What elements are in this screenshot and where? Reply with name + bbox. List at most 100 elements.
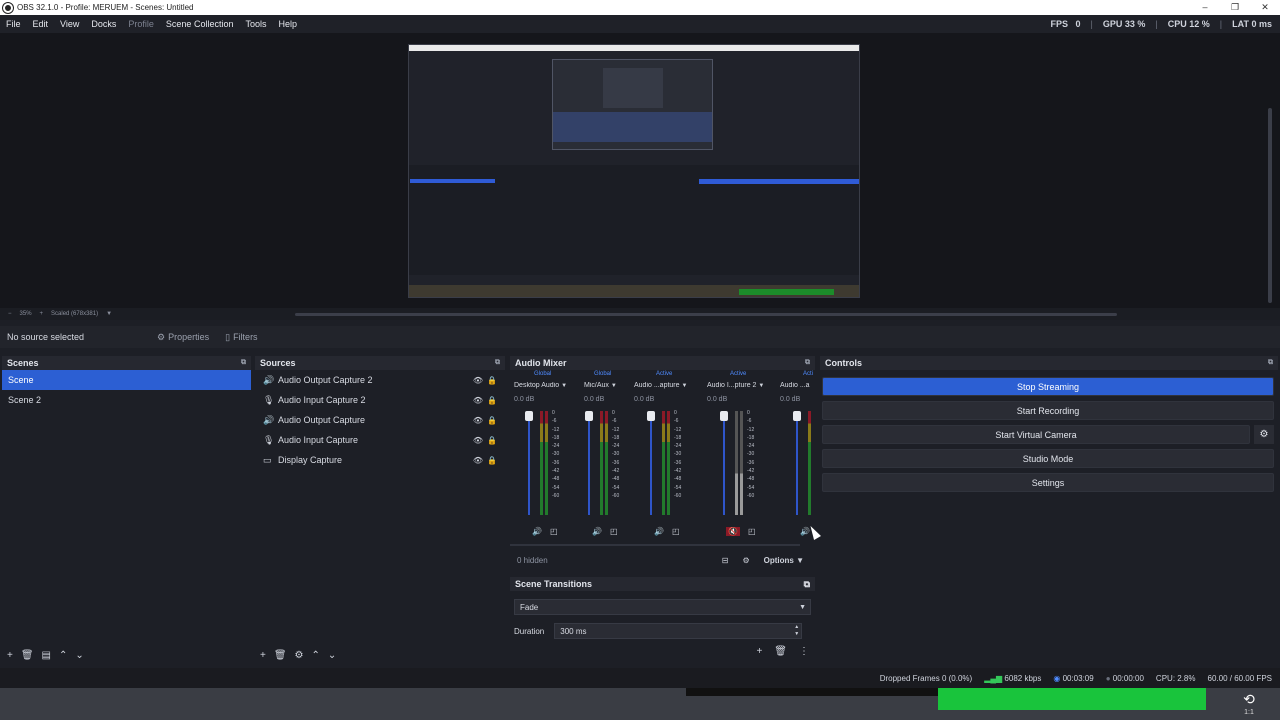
scenes-header: Scenes ⧉ <box>2 356 251 370</box>
settings-icon[interactable]: ◰ <box>550 527 558 536</box>
chevron-down-icon[interactable]: ▼ <box>758 383 764 389</box>
lock-icon[interactable]: 🔒 <box>487 456 497 465</box>
scene-item-scene-2[interactable]: Scene 2 <box>2 390 251 410</box>
move-up-icon[interactable]: ⌃ <box>59 650 67 661</box>
visibility-eye-icon[interactable]: 👁 <box>473 456 483 465</box>
move-down-icon[interactable]: ⌄ <box>75 650 83 661</box>
scene-filters-icon[interactable]: ▤ <box>42 650 51 661</box>
clock-icon[interactable]: ⟲ 1:1 <box>1234 688 1264 718</box>
taskbar-app-preview[interactable] <box>938 688 1206 710</box>
more-options-icon[interactable]: ⋮ <box>799 646 809 657</box>
volume-icon[interactable]: 🔊 <box>532 527 542 536</box>
transition-select[interactable]: Fade ▼ <box>514 599 811 615</box>
undock-icon[interactable]: ⧉ <box>804 579 810 590</box>
chevron-down-icon[interactable]: ▼ <box>561 383 567 389</box>
settings-button[interactable]: Settings <box>822 473 1274 492</box>
scenes-dock: Scenes ⧉ Scene Scene 2 + 🗑 ▤ ⌃ ⌄ <box>2 356 251 666</box>
close-button[interactable]: ✕ <box>1250 0 1280 15</box>
visibility-eye-icon[interactable]: 👁 <box>473 416 483 425</box>
lock-icon[interactable]: 🔒 <box>487 416 497 425</box>
chevron-down-icon[interactable]: ▼ <box>611 383 617 389</box>
menu-tools[interactable]: Tools <box>239 19 272 29</box>
duration-input[interactable]: 300 ms ▲ ▼ <box>554 623 803 639</box>
remove-source-icon[interactable]: 🗑 <box>274 650 287 661</box>
advanced-audio-icon[interactable]: ⚙ <box>742 556 749 565</box>
start-virtual-camera-button[interactable]: Start Virtual Camera <box>822 425 1250 444</box>
visibility-eye-icon[interactable]: 👁 <box>473 436 483 445</box>
add-transition-icon[interactable]: + <box>756 646 762 657</box>
menu-edit[interactable]: Edit <box>27 19 55 29</box>
add-scene-icon[interactable]: + <box>7 650 13 661</box>
program-preview[interactable] <box>408 44 860 298</box>
menu-file[interactable]: File <box>0 19 27 29</box>
filters-button[interactable]: ▯ Filters <box>219 332 263 343</box>
chevron-down-icon[interactable]: ▼ <box>681 383 687 389</box>
maximize-button[interactable]: ❐ <box>1220 0 1250 15</box>
lock-icon[interactable]: 🔒 <box>487 396 497 405</box>
source-toolbar: No source selected ⚙ Properties ▯ Filters <box>0 326 1280 348</box>
volume-icon[interactable]: 🔊 <box>654 527 664 536</box>
source-item[interactable]: 🎙 Audio Input Capture 2 👁 🔒 <box>255 390 505 410</box>
lock-icon[interactable]: 🔒 <box>487 436 497 445</box>
layout-icon[interactable]: ⊟ <box>722 556 729 565</box>
mixer-channel-audio-input-capture-2: Audio I...pture 2 ▼ 0.0 dB <box>707 382 765 403</box>
properties-button[interactable]: ⚙ Properties <box>151 332 215 343</box>
volume-slider-handle[interactable] <box>793 411 801 421</box>
preview-area[interactable] <box>0 33 1280 308</box>
mixer-horizontal-scrollbar[interactable] <box>510 544 800 546</box>
preview-horizontal-scrollbar[interactable] <box>295 313 1117 316</box>
volume-slider-handle[interactable] <box>720 411 728 421</box>
duration-spinner[interactable]: ▲ ▼ <box>794 624 799 638</box>
channel-controls: 🔊 ◰ <box>654 527 680 536</box>
undock-icon[interactable]: ⧉ <box>241 359 246 367</box>
virtual-camera-settings-gear-icon[interactable]: ⚙ <box>1254 425 1274 444</box>
audio-mixer-dock: Audio Mixer ⧉ Global Global Active Active… <box>510 356 815 666</box>
visibility-eye-icon[interactable]: 👁 <box>473 376 483 385</box>
start-recording-button[interactable]: Start Recording <box>822 401 1274 420</box>
volume-icon[interactable]: 🔊 <box>592 527 602 536</box>
volume-slider-handle[interactable] <box>585 411 593 421</box>
zoom-out-icon[interactable]: − <box>8 311 12 317</box>
options-button[interactable]: Options ▼ <box>764 556 804 565</box>
stream-timer: ◉ 00:03:09 <box>1053 673 1094 683</box>
source-item[interactable]: 🎙 Audio Input Capture 👁 🔒 <box>255 430 505 450</box>
scale-dropdown-icon[interactable]: ▼ <box>106 311 112 317</box>
menu-docks[interactable]: Docks <box>85 19 122 29</box>
mixer-channel-audio-capture: Audio ...apture ▼ 0.0 dB <box>634 382 688 403</box>
remove-scene-icon[interactable]: 🗑 <box>21 650 34 661</box>
stop-streaming-button[interactable]: Stop Streaming <box>822 377 1274 396</box>
microphone-icon: 🎙 <box>263 434 275 445</box>
add-source-icon[interactable]: + <box>260 650 266 661</box>
settings-icon[interactable]: ◰ <box>748 527 756 536</box>
bitrate-indicator: ▂▄▆ 6082 kbps <box>984 673 1042 683</box>
undock-icon[interactable]: ⧉ <box>495 359 500 367</box>
source-item[interactable]: 🔊 Audio Output Capture 2 👁 🔒 <box>255 370 505 390</box>
menu-view[interactable]: View <box>54 19 85 29</box>
source-item[interactable]: ▭ Display Capture 👁 🔒 <box>255 450 505 470</box>
dropped-frames: Dropped Frames 0 (0.0%) <box>879 673 973 683</box>
remove-transition-icon[interactable]: 🗑 <box>774 646 787 657</box>
minimize-button[interactable]: – <box>1190 0 1220 15</box>
visibility-eye-icon[interactable]: 👁 <box>473 396 483 405</box>
source-item[interactable]: 🔊 Audio Output Capture 👁 🔒 <box>255 410 505 430</box>
undock-icon[interactable]: ⧉ <box>1268 359 1273 367</box>
menu-profile[interactable]: Profile <box>122 19 160 29</box>
settings-icon[interactable]: ◰ <box>610 527 618 536</box>
volume-slider-handle[interactable] <box>525 411 533 421</box>
volume-slider-handle[interactable] <box>647 411 655 421</box>
preview-vertical-scrollbar[interactable] <box>1268 108 1272 303</box>
menu-help[interactable]: Help <box>272 19 303 29</box>
muted-speaker-icon[interactable]: 🔇 <box>726 527 740 536</box>
scene-item-scene[interactable]: Scene <box>2 370 251 390</box>
menu-scene-collection[interactable]: Scene Collection <box>160 19 240 29</box>
source-properties-icon[interactable]: ⚙ <box>295 650 304 661</box>
zoom-in-icon[interactable]: + <box>40 311 44 317</box>
undock-icon[interactable]: ⧉ <box>805 359 810 367</box>
studio-mode-button[interactable]: Studio Mode <box>822 449 1274 468</box>
audio-mixer-header: Audio Mixer ⧉ <box>510 356 815 370</box>
move-down-icon[interactable]: ⌄ <box>328 650 336 661</box>
hidden-count: 0 hidden <box>517 555 548 565</box>
lock-icon[interactable]: 🔒 <box>487 376 497 385</box>
move-up-icon[interactable]: ⌃ <box>312 650 320 661</box>
settings-icon[interactable]: ◰ <box>672 527 680 536</box>
